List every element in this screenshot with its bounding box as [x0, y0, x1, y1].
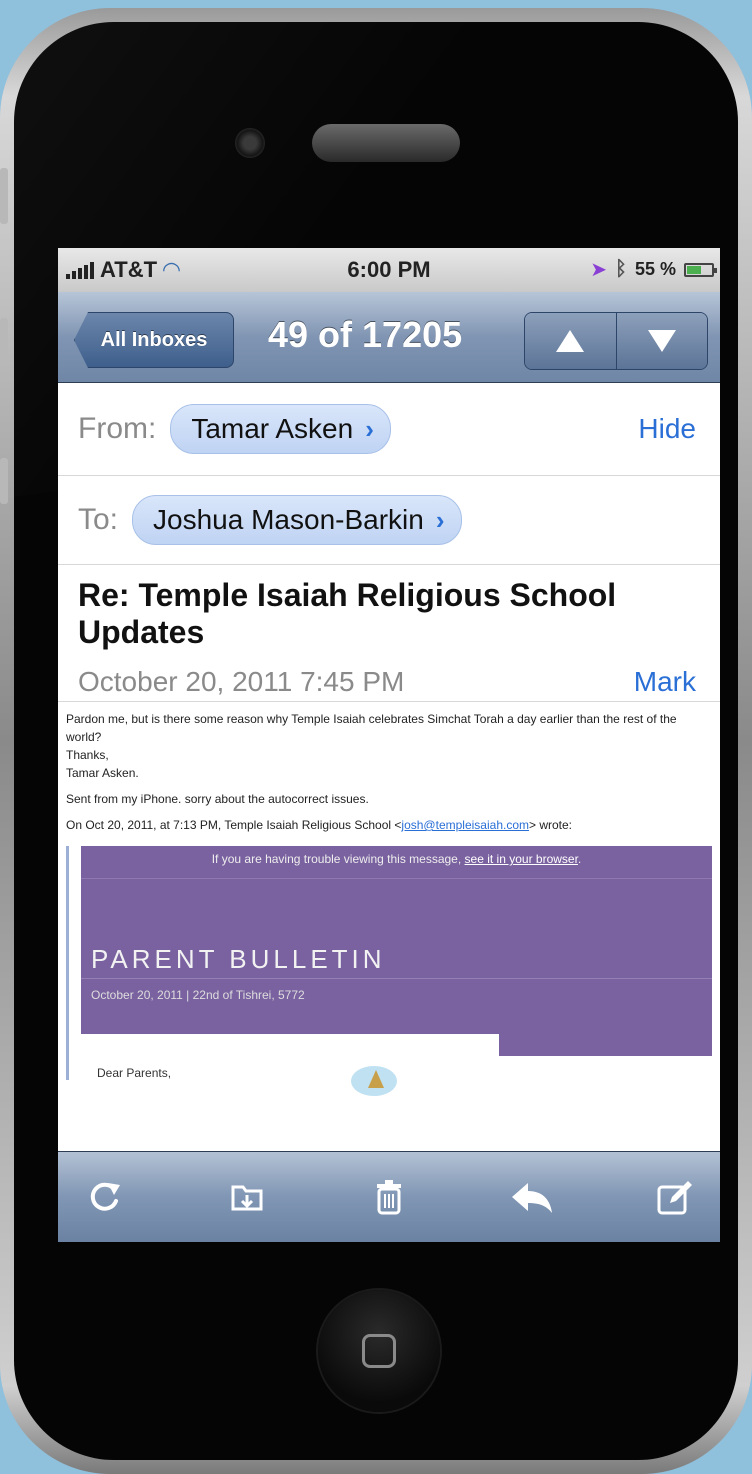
- sender-name: Tamar Asken: [191, 413, 354, 444]
- home-square-icon: [362, 1334, 396, 1368]
- to-row: To: Joshua Mason-Barkin ›: [58, 476, 720, 565]
- move-folder-icon[interactable]: [223, 1173, 271, 1221]
- volume-up-button: [0, 318, 8, 364]
- from-row: From: Tamar Asken › Hide: [58, 383, 720, 476]
- body-paragraph: Pardon me, but is there some reason why …: [66, 710, 712, 782]
- date-row: October 20, 2011 7:45 PM Mark: [78, 663, 700, 701]
- view-in-browser-link[interactable]: see it in your browser: [465, 852, 578, 866]
- quote-outro: > wrote:: [529, 818, 573, 832]
- sender-email-link[interactable]: josh@templeisaiah.com: [401, 818, 529, 832]
- content-area-edge: [81, 1034, 499, 1056]
- up-triangle-icon: [556, 330, 585, 352]
- status-right-group: ➤ ᛒ 55 %: [590, 257, 717, 282]
- body-line: Pardon me, but is there some reason why …: [66, 712, 677, 744]
- body-line: Thanks,: [66, 748, 109, 762]
- home-button[interactable]: [318, 1290, 440, 1412]
- to-label: To:: [78, 503, 119, 536]
- battery-icon: [684, 262, 717, 277]
- body-line: Tamar Asken.: [66, 766, 139, 780]
- status-bar: AT&T ◠ 6:00 PM ➤ ᛒ 55 %: [58, 248, 720, 292]
- bulletin-title: PARENT BULLETIN: [91, 944, 386, 974]
- mark-link[interactable]: Mark: [634, 666, 696, 698]
- down-triangle-icon: [647, 330, 676, 352]
- quote-intro: On Oct 20, 2011, at 7:13 PM, Temple Isai…: [66, 818, 402, 832]
- bulletin-greeting: Dear Parents,: [97, 1066, 172, 1080]
- chevron-right-icon: ›: [365, 413, 374, 444]
- earpiece-speaker: [312, 124, 460, 162]
- trash-icon[interactable]: [365, 1173, 413, 1221]
- volume-down-button: [0, 458, 8, 504]
- message-position-title: 49 of 17205: [268, 314, 463, 355]
- divider: [81, 878, 712, 879]
- bluetooth-icon: ᛒ: [614, 258, 627, 280]
- trouble-text: If you are having trouble viewing this m…: [211, 852, 462, 866]
- recipient-name: Joshua Mason-Barkin: [153, 504, 424, 535]
- chevron-right-icon: ›: [435, 504, 445, 535]
- compose-icon[interactable]: [650, 1173, 698, 1221]
- navigation-bar: All Inboxes 49 of 17205: [58, 292, 720, 383]
- body-line: Sent from my iPhone. sorry about the aut…: [66, 792, 369, 806]
- previous-message-button[interactable]: [525, 313, 616, 369]
- body-paragraph: Sent from my iPhone. sorry about the aut…: [66, 790, 712, 808]
- school-logo-icon: [351, 1066, 397, 1096]
- next-message-button[interactable]: [615, 313, 707, 369]
- recipient-pill[interactable]: Joshua Mason-Barkin ›: [132, 495, 462, 545]
- from-label: From:: [78, 412, 157, 445]
- quote-attribution: On Oct 20, 2011, at 7:13 PM, Temple Isai…: [66, 816, 712, 834]
- email-body: Pardon me, but is there some reason why …: [58, 702, 720, 834]
- reply-icon[interactable]: [508, 1173, 556, 1221]
- battery-percent: 55 %: [634, 259, 676, 279]
- refresh-icon[interactable]: [80, 1173, 128, 1221]
- message-nav-segmented-control: [524, 312, 708, 370]
- email-date: October 20, 2011 7:45 PM: [78, 666, 405, 697]
- trouble-viewing-text: If you are having trouble viewing this m…: [211, 852, 582, 866]
- all-inboxes-back-button[interactable]: All Inboxes: [74, 312, 234, 368]
- hide-details-link[interactable]: Hide: [638, 413, 696, 445]
- divider: [81, 978, 712, 979]
- front-camera: [235, 128, 265, 158]
- parent-bulletin-banner: If you are having trouble viewing this m…: [81, 846, 712, 1056]
- subject-block: Re: Temple Isaiah Religious School Updat…: [58, 565, 720, 702]
- mail-screen: AT&T ◠ 6:00 PM ➤ ᛒ 55 % All Inboxes 49 o…: [58, 248, 720, 1242]
- quoted-message: If you are having trouble viewing this m…: [66, 846, 712, 1096]
- location-arrow-icon: ➤: [590, 259, 607, 281]
- bulletin-dateline: October 20, 2011 | 22nd of Tishrei, 5772: [91, 988, 305, 1002]
- silent-switch: [0, 168, 8, 224]
- sender-pill[interactable]: Tamar Asken ›: [170, 404, 391, 454]
- email-subject: Re: Temple Isaiah Religious School Updat…: [78, 577, 617, 650]
- bottom-toolbar: [58, 1151, 720, 1242]
